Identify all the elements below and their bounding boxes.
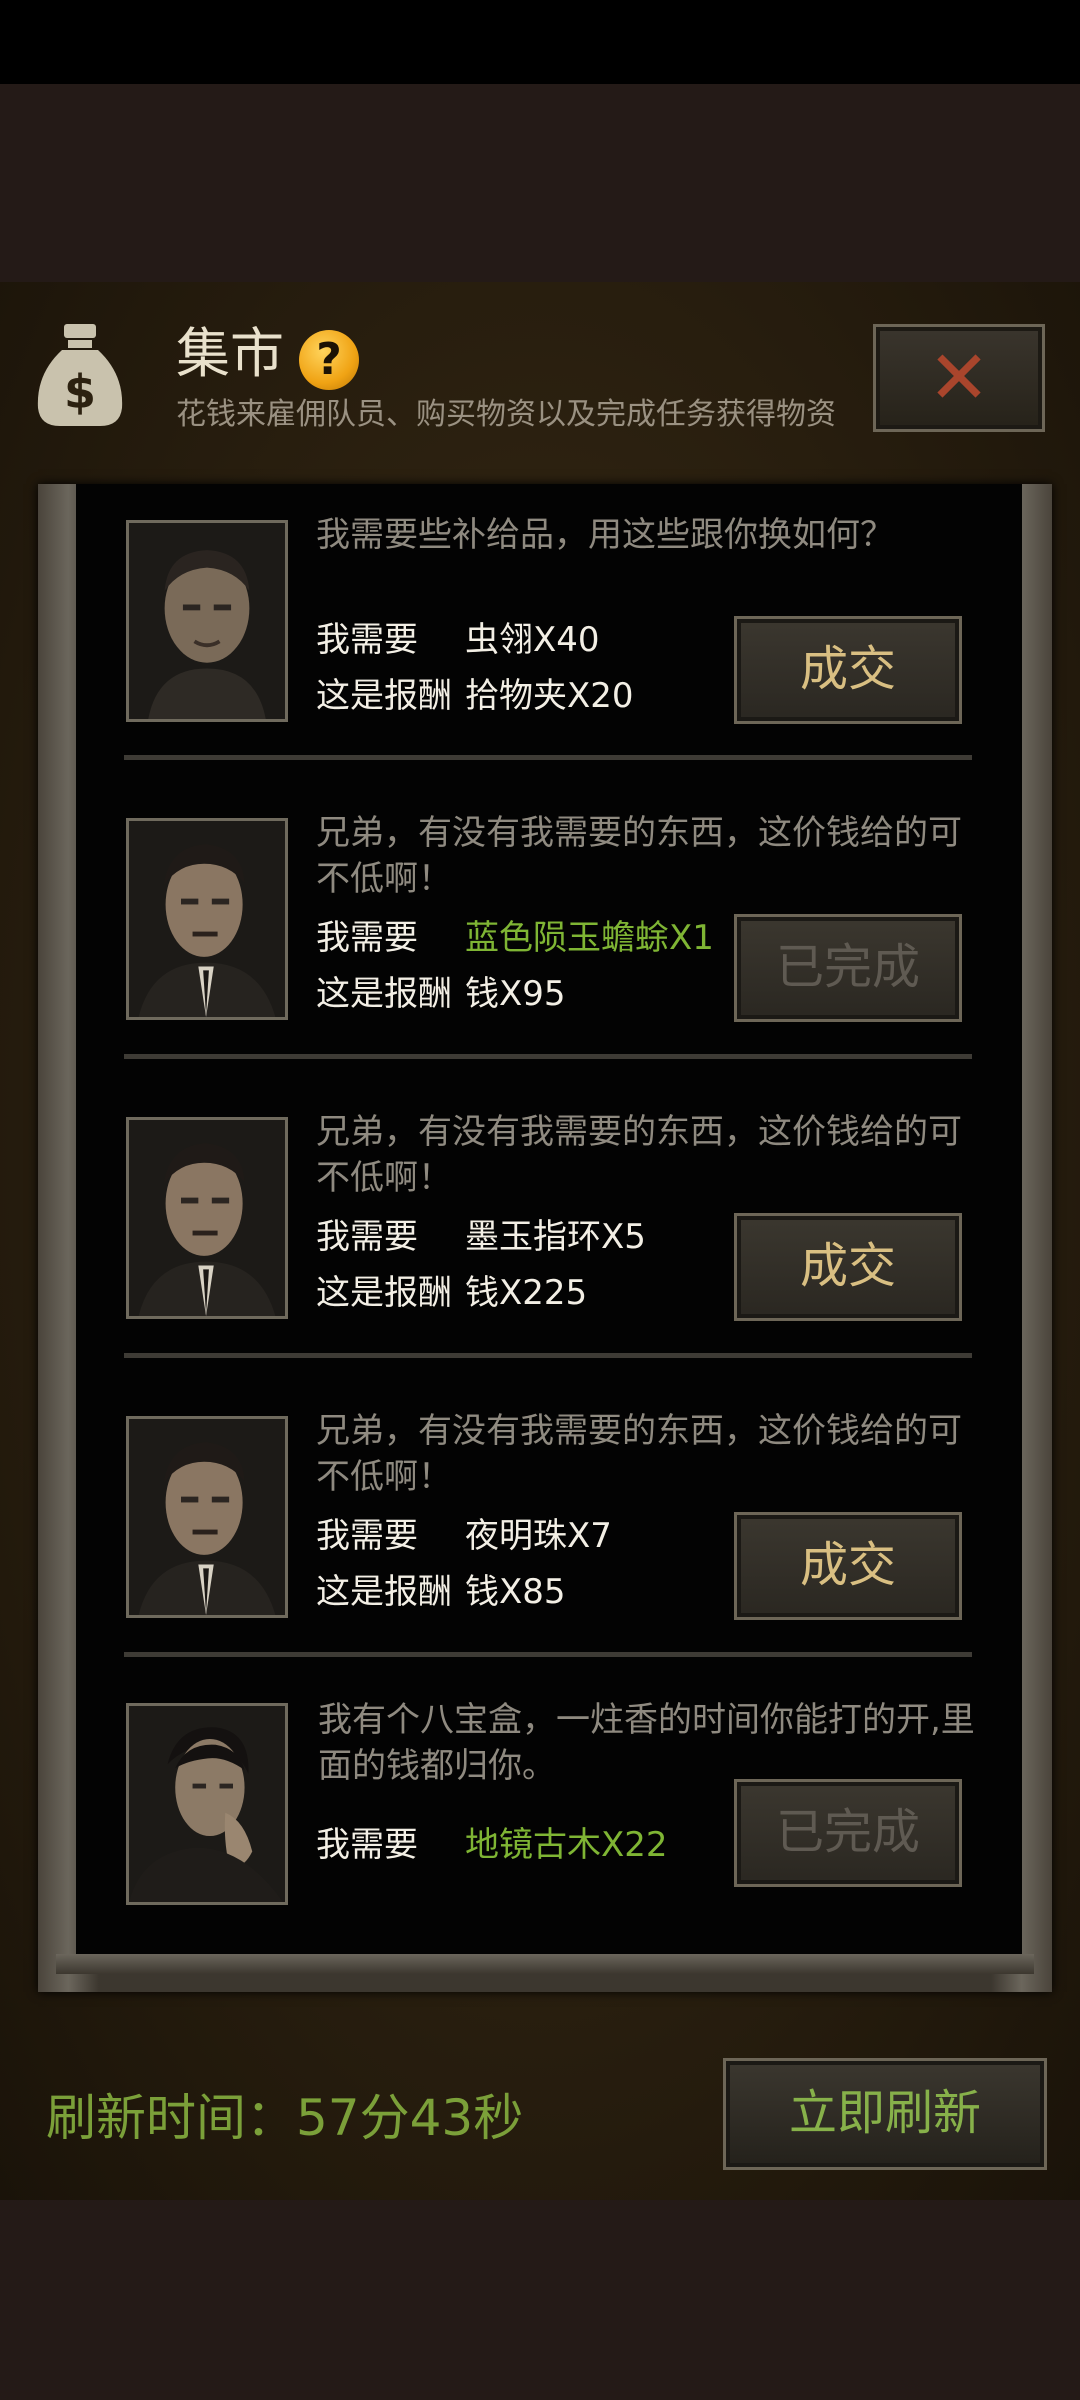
need-value: 地镜古木X22 [465, 1825, 668, 1865]
reward-value: 拾物夹X20 [465, 676, 634, 716]
need-label: 我需要 [316, 1825, 418, 1865]
quest-description: 兄弟，有没有我需要的东西，这价钱给的可不低啊！ [316, 1411, 962, 1497]
quest-description: 我需要些补给品，用这些跟你换如何？ [316, 515, 894, 555]
need-label: 我需要 [316, 1516, 418, 1556]
reward-value: 钱X85 [465, 1572, 566, 1612]
quest-divider [124, 755, 972, 760]
quest-divider [124, 1353, 972, 1358]
need-value: 夜明珠X7 [465, 1516, 612, 1556]
quest-item: 兄弟，有没有我需要的东西，这价钱给的可不低啊！ 我需要 夜明珠X7 这是报酬 钱… [76, 1380, 1022, 1678]
reward-label: 这是报酬 [316, 1572, 452, 1612]
quest-description: 兄弟，有没有我需要的东西，这价钱给的可不低啊！ [316, 1112, 962, 1198]
need-label: 我需要 [316, 918, 418, 958]
completed-button: 已完成 [734, 914, 962, 1022]
reward-label: 这是报酬 [316, 1273, 452, 1313]
completed-button: 已完成 [734, 1779, 962, 1887]
quest-item: 我需要些补给品，用这些跟你换如何？ 我需要 虫翎X40 这是报酬 拾物夹X20 … [76, 484, 1022, 782]
need-value: 墨玉指环X5 [465, 1217, 646, 1257]
reward-label: 这是报酬 [316, 974, 452, 1014]
npc-portrait [126, 1703, 288, 1905]
reward-label: 这是报酬 [316, 676, 452, 716]
quest-description: 兄弟，有没有我需要的东西，这价钱给的可不低啊！ [316, 813, 962, 899]
need-value: 蓝色陨玉蟾蜍X1 [465, 918, 714, 958]
reward-value: 钱X95 [465, 974, 566, 1014]
quest-divider [124, 1652, 972, 1657]
deal-button[interactable]: 成交 [734, 1213, 962, 1321]
npc-portrait [126, 1117, 288, 1319]
quest-item: 兄弟，有没有我需要的东西，这价钱给的可不低啊！ 我需要 蓝色陨玉蟾蜍X1 这是报… [76, 782, 1022, 1080]
quest-list[interactable]: 我需要些补给品，用这些跟你换如何？ 我需要 虫翎X40 这是报酬 拾物夹X20 … [76, 484, 1022, 1954]
need-label: 我需要 [316, 620, 418, 660]
refresh-now-button[interactable]: 立即刷新 [723, 2058, 1047, 2170]
close-x-icon: ✕ [927, 335, 990, 421]
npc-portrait [126, 520, 288, 722]
need-label: 我需要 [316, 1217, 418, 1257]
quest-divider [124, 1054, 972, 1059]
npc-portrait [126, 818, 288, 1020]
status-bar [0, 0, 1080, 84]
svg-text:$: $ [64, 365, 96, 419]
reward-value: 钱X225 [465, 1273, 588, 1313]
quest-item: 我有个八宝盒，一炷香的时间你能打的开,里面的钱都归你。 我需要 地镜古木X22 … [76, 1669, 1022, 1954]
page-title: 集市 [176, 322, 284, 385]
page-subtitle: 花钱来雇佣队员、购买物资以及完成任务获得物资 [176, 397, 836, 432]
npc-portrait [126, 1416, 288, 1618]
close-button[interactable]: ✕ [873, 324, 1045, 432]
deal-button[interactable]: 成交 [734, 616, 962, 724]
quest-item: 兄弟，有没有我需要的东西，这价钱给的可不低啊！ 我需要 墨玉指环X5 这是报酬 … [76, 1081, 1022, 1379]
question-icon[interactable]: ? [299, 330, 359, 390]
refresh-timer: 刷新时间：57分43秒 [46, 2089, 524, 2147]
list-frame-bottom [56, 1954, 1034, 1974]
money-bag-icon: $ [34, 322, 126, 430]
quest-description: 我有个八宝盒，一炷香的时间你能打的开,里面的钱都归你。 [318, 1700, 975, 1786]
need-value: 虫翎X40 [465, 620, 600, 660]
deal-button[interactable]: 成交 [734, 1512, 962, 1620]
